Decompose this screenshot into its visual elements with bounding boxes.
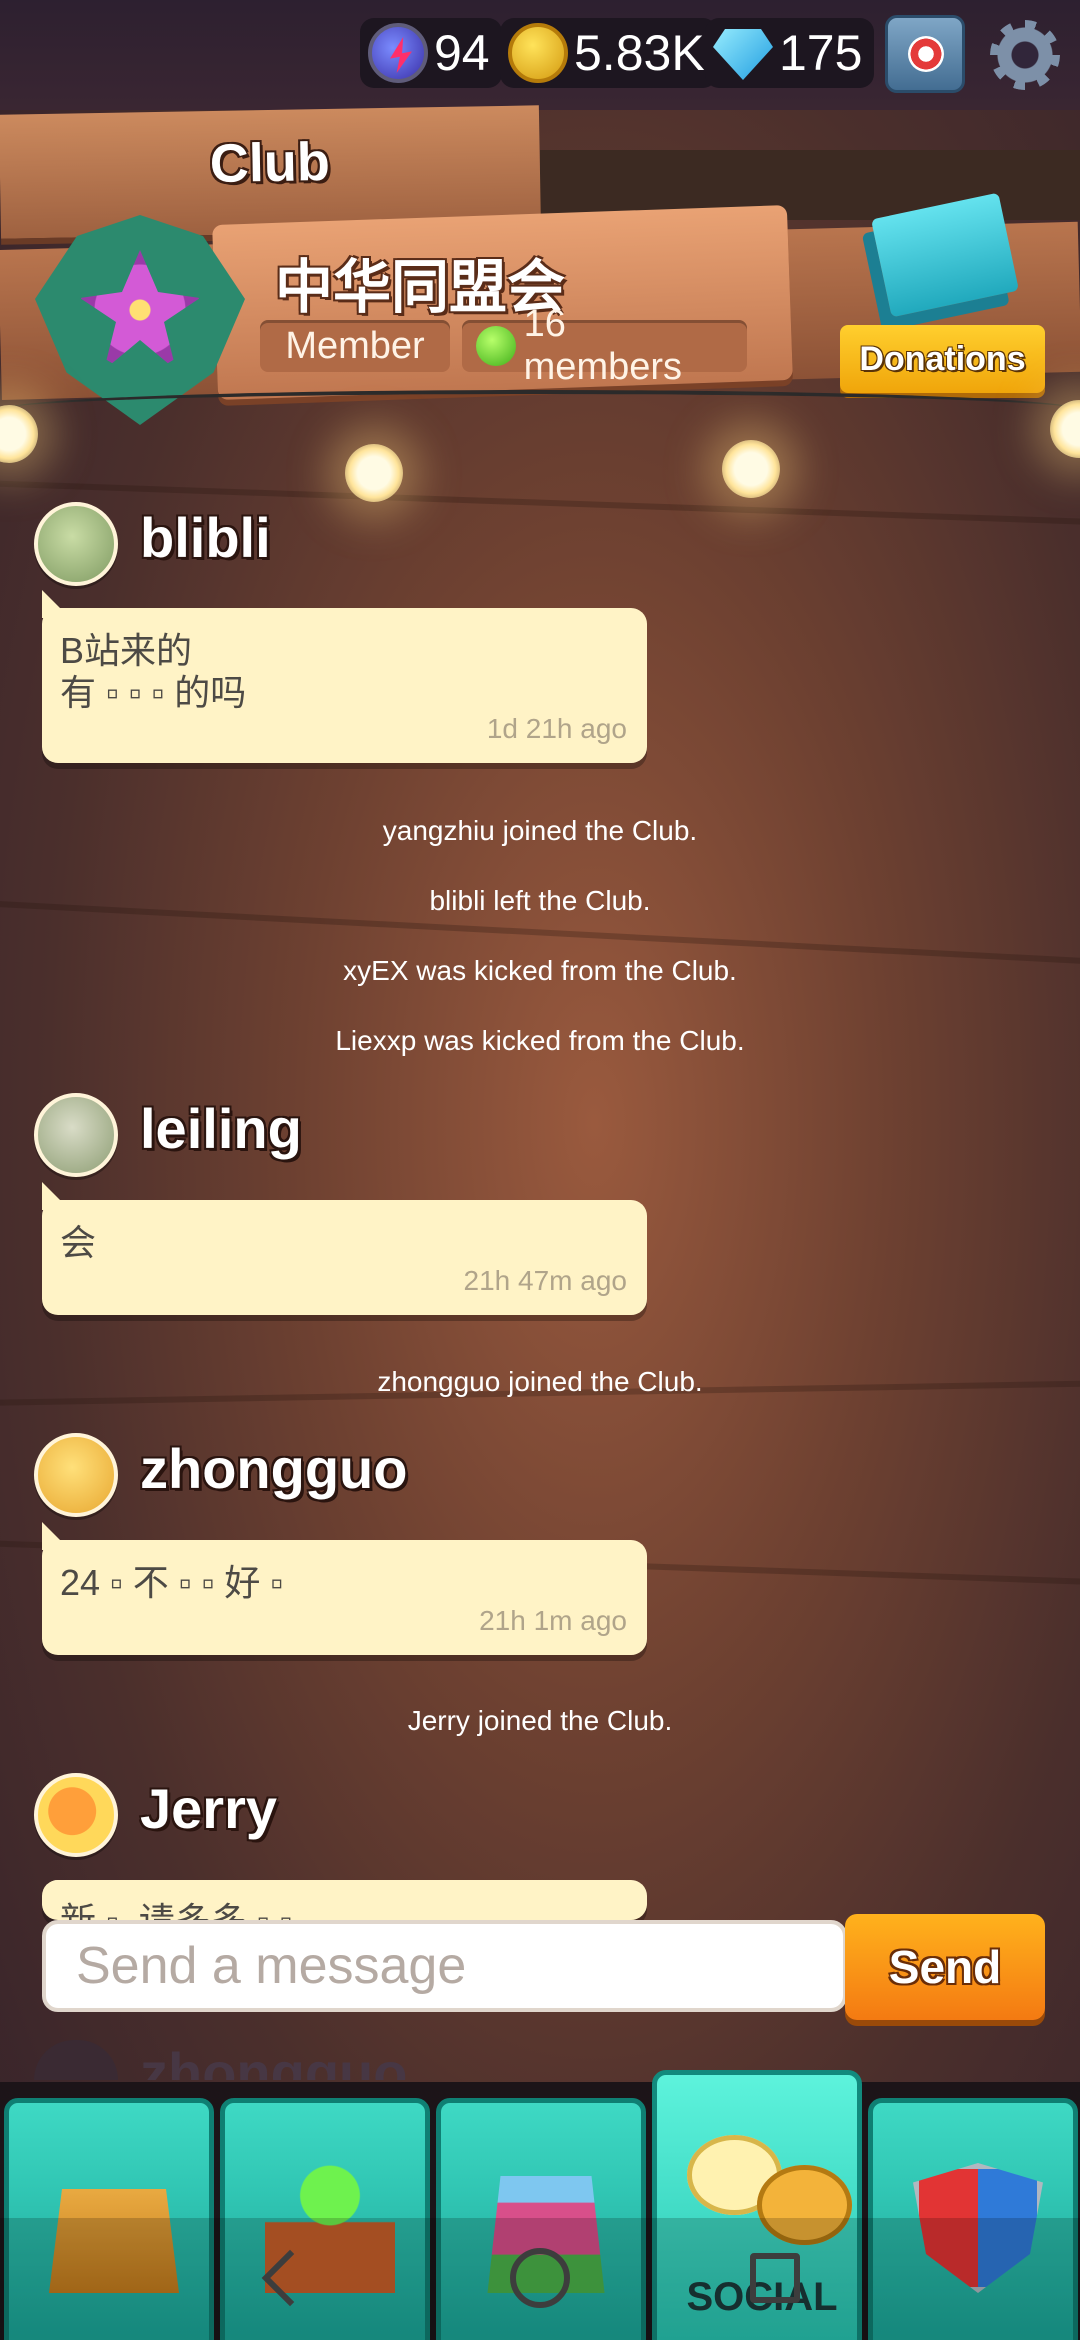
member-role-badge: Member <box>260 320 450 372</box>
system-message: xyEX was kicked from the Club. <box>343 955 737 986</box>
donations-button[interactable]: Donations <box>840 325 1045 393</box>
gear-icon[interactable] <box>990 20 1060 90</box>
chat-timestamp: 21h 47m ago <box>463 1265 627 1296</box>
gem-counter[interactable]: 175 <box>705 18 875 88</box>
chat-bubble: 24 ▫ 不 ▫ ▫ 好 ▫ 21h 1m ago <box>42 1540 647 1655</box>
avatar-sunflower[interactable] <box>34 1773 118 1857</box>
chat-username[interactable]: leiling <box>140 1096 302 1161</box>
recent-apps-icon[interactable] <box>750 2253 800 2303</box>
message-input[interactable]: Send a message <box>42 1920 847 2012</box>
chat-timestamp: 1d 21h ago <box>486 713 627 744</box>
chat-bubble: 会 21h 47m ago <box>42 1200 647 1315</box>
chat-message-text: 新 ▫ 请多多 ▫ ▫ <box>60 1900 292 1920</box>
energy-counter[interactable]: 94 <box>360 18 502 88</box>
coin-icon <box>508 23 568 83</box>
energy-icon <box>368 23 428 83</box>
gem-value: 175 <box>779 25 863 81</box>
system-message: Jerry joined the Club. <box>407 1705 673 1736</box>
gift-box-icon[interactable] <box>885 15 965 93</box>
online-dot-icon <box>476 326 516 366</box>
member-count: 16 members <box>523 303 683 388</box>
member-count-badge[interactable]: 16 members <box>462 303 747 388</box>
chat-message-text: B站来的 有 ▫ ▫ ▫ 的吗 <box>60 630 247 713</box>
chat-username[interactable]: Jerry <box>140 1776 277 1841</box>
chat-bubble: B站来的 有 ▫ ▫ ▫ 的吗 1d 21h ago <box>42 608 647 763</box>
avatar-zombie[interactable] <box>34 502 118 586</box>
chat-username[interactable]: blibli <box>140 505 271 570</box>
chat-username[interactable]: zhongguo <box>140 1436 407 1501</box>
gem-icon <box>713 29 773 80</box>
light-bulb-icon <box>722 440 780 498</box>
back-icon[interactable] <box>261 2249 319 2307</box>
coin-value: 5.83K <box>574 25 705 81</box>
chat-timestamp: 21h 1m ago <box>479 1605 627 1636</box>
avatar-wallnut[interactable] <box>34 1433 118 1517</box>
light-bulb-icon <box>345 444 403 502</box>
system-message: blibli left the Club. <box>429 885 651 916</box>
system-message: zhongguo joined the Club. <box>377 1366 703 1397</box>
home-icon[interactable] <box>510 2248 570 2308</box>
system-message: yangzhiu joined the Club. <box>382 815 698 846</box>
chat-message-text: 24 ▫ 不 ▫ ▫ 好 ▫ <box>60 1562 284 1603</box>
club-name: 中华同盟会 <box>275 255 566 320</box>
light-wire <box>0 390 1080 430</box>
system-nav-bar <box>0 2218 1080 2340</box>
send-button[interactable]: Send <box>845 1914 1045 2020</box>
coin-counter[interactable]: 5.83K <box>500 18 717 88</box>
member-role: Member <box>285 324 425 367</box>
chat-bubble: 新 ▫ 请多多 ▫ ▫ <box>42 1880 647 1920</box>
chat-username-partial: zhongguo <box>140 2041 408 2080</box>
chat-message-text: 会 <box>60 1222 97 1263</box>
energy-value: 94 <box>434 25 490 81</box>
avatar-nerd-zombie[interactable] <box>34 1093 118 1177</box>
club-title: Club <box>209 131 331 195</box>
system-message: Liexxp was kicked from the Club. <box>335 1025 745 1056</box>
